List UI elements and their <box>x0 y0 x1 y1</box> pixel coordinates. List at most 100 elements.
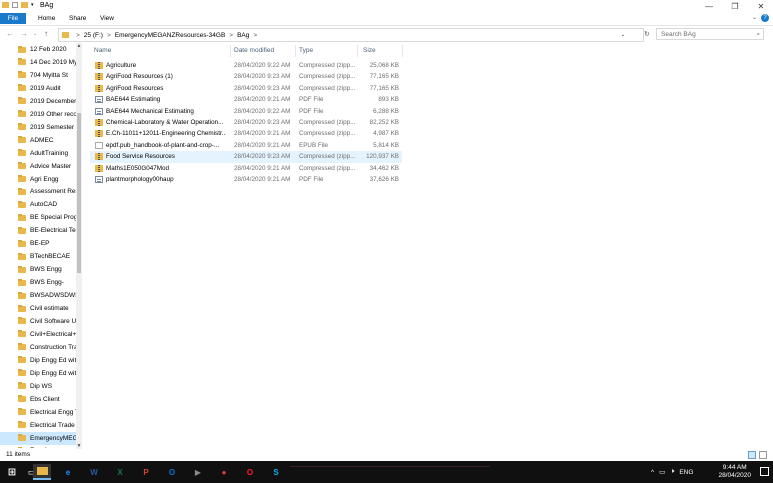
forward-icon[interactable]: → <box>20 29 28 38</box>
show-hidden-icons-icon[interactable]: ^ <box>651 469 654 476</box>
sidebar-item[interactable]: 2019 Semester 2 <box>0 121 76 134</box>
maximize-button[interactable]: ❐ <box>722 0 748 12</box>
clock[interactable]: 9:44 AM 28/04/2020 <box>718 464 751 480</box>
file-row[interactable]: AgriFood Resources 28/04/2020 9:23 AM Comp… <box>90 83 402 94</box>
sidebar-item[interactable]: BWS Engg- <box>0 276 76 289</box>
edge-icon[interactable]: e <box>59 464 77 480</box>
sidebar-item[interactable]: Ebs Client <box>0 393 76 406</box>
sidebar-item[interactable]: AdultTraining <box>0 147 76 160</box>
media-icon[interactable]: ▶ <box>189 464 207 480</box>
chrome-icon[interactable]: ● <box>215 464 233 480</box>
sidebar-item[interactable]: Advice Master <box>0 160 76 173</box>
sidebar-item[interactable]: BWSADWSDWS <box>0 289 76 302</box>
sidebar-item[interactable]: Faculty <box>0 444 76 448</box>
file-row[interactable]: Agriculture 28/04/2020 9:22 AM Compressed … <box>90 60 402 71</box>
help-icon[interactable]: ? <box>761 14 769 22</box>
sidebar-item[interactable]: Electrical Trade T <box>0 419 76 432</box>
search-icon[interactable]: ⌕ <box>756 29 760 41</box>
address-sep[interactable]: > <box>107 32 111 39</box>
address-sep[interactable]: > <box>229 32 233 39</box>
file-row[interactable]: epdf.pub_handbook-of-plant-and-crop-... 2… <box>90 140 402 151</box>
powerpoint-icon[interactable]: P <box>137 464 155 480</box>
close-button[interactable]: ✕ <box>748 0 773 12</box>
start-icon[interactable]: ⊞ <box>4 464 20 480</box>
scrollbar-thumb[interactable] <box>77 113 81 273</box>
recent-locations-icon[interactable]: ⌄ <box>33 31 37 37</box>
sidebar-item[interactable]: Dip Engg Ed with <box>0 354 76 367</box>
folder-icon[interactable] <box>2 2 9 8</box>
file-row[interactable]: BAE644 Estimating 28/04/2020 9:21 AM PDF F… <box>90 94 402 105</box>
sidebar-item[interactable]: Dip Engg Ed with <box>0 367 76 380</box>
file-explorer-icon[interactable] <box>33 464 51 480</box>
column-divider[interactable] <box>402 45 403 57</box>
sidebar-item[interactable]: 704 Myitta St <box>0 69 76 82</box>
sidebar-item[interactable]: Civil Software U <box>0 315 76 328</box>
address-sep[interactable]: > <box>253 32 257 39</box>
sidebar-item[interactable]: Civil+Electrical+ <box>0 328 76 341</box>
new-folder-icon[interactable] <box>21 2 28 8</box>
up-icon[interactable]: ↑ <box>44 29 48 38</box>
large-icons-view-icon[interactable] <box>759 451 767 459</box>
volume-icon[interactable]: 🕨 <box>670 468 674 476</box>
search-input[interactable]: Search BAg ⌕ <box>656 28 764 40</box>
breadcrumb-bag[interactable]: BAg <box>237 32 249 39</box>
sidebar-item[interactable]: Electrical Engg T <box>0 406 76 419</box>
file-row[interactable]: E.Ch-11011+12011-Engineering Chemistr...… <box>90 128 402 139</box>
tab-view[interactable]: View <box>94 13 120 24</box>
skype-icon[interactable]: S <box>267 464 285 480</box>
tab-share[interactable]: Share <box>63 13 92 24</box>
sidebar-item[interactable]: EmergencyMEG <box>0 431 76 445</box>
column-divider[interactable] <box>295 45 296 57</box>
minimize-button[interactable]: — <box>696 0 722 12</box>
quick-access-dropdown-icon[interactable]: ▾ <box>31 2 34 8</box>
sidebar-item[interactable]: BE-Electrical Tes <box>0 224 76 237</box>
column-divider[interactable] <box>230 45 231 57</box>
network-icon[interactable]: ▭ <box>659 468 665 476</box>
sidebar-item[interactable]: BTechBECAE <box>0 250 76 263</box>
excel-icon[interactable]: X <box>111 464 129 480</box>
tab-file[interactable]: File <box>0 13 26 24</box>
tab-home[interactable]: Home <box>32 13 61 24</box>
file-row[interactable]: AgriFood Resources (1) 28/04/2020 9:23 AM… <box>90 71 402 82</box>
expand-ribbon-icon[interactable]: ⌄ <box>752 14 757 21</box>
sidebar-item[interactable]: Dip WS <box>0 380 76 393</box>
column-divider[interactable] <box>357 45 358 57</box>
column-header-name[interactable]: Name <box>94 45 111 57</box>
notifications-icon[interactable] <box>760 467 769 476</box>
address-sep[interactable]: > <box>76 32 80 39</box>
sidebar-item[interactable]: BE Special Progr <box>0 211 76 224</box>
navigation-pane-scrollbar[interactable]: ▲ ▼ <box>76 43 82 449</box>
opera-icon[interactable]: O <box>241 464 259 480</box>
properties-icon[interactable] <box>12 2 18 8</box>
file-row[interactable]: Chemical-Laboratory & Water Operation...… <box>90 117 402 128</box>
sidebar-item[interactable]: Assessment Res <box>0 185 76 198</box>
sidebar-item[interactable]: ADMEC <box>0 134 76 147</box>
details-view-icon[interactable] <box>748 451 756 459</box>
sidebar-item[interactable]: AutoCAD <box>0 198 76 211</box>
sidebar-item[interactable]: 2019 December <box>0 95 76 108</box>
word-icon[interactable]: W <box>85 464 103 480</box>
scroll-up-icon[interactable]: ▲ <box>76 43 82 49</box>
language-indicator[interactable]: ENG <box>679 469 693 476</box>
sidebar-item[interactable]: 14 Dec 2019 My <box>0 56 76 69</box>
file-row[interactable]: plantmorphology00haup 28/04/2020 9:21 AM P… <box>90 174 402 185</box>
column-header-type[interactable]: Type <box>299 45 313 57</box>
breadcrumb-drive[interactable]: 25 (F:) <box>84 32 103 39</box>
sidebar-item[interactable]: Civil estimate <box>0 302 76 315</box>
sidebar-item[interactable]: BE-EP <box>0 237 76 250</box>
breadcrumb-resources[interactable]: EmergencyMEGANZResources-34GB <box>115 32 226 39</box>
sidebar-item[interactable]: Construction Tra <box>0 341 76 354</box>
sidebar-item[interactable]: 2019 Audit <box>0 82 76 95</box>
outlook-icon[interactable]: O <box>163 464 181 480</box>
refresh-icon[interactable]: ↻ <box>644 30 650 38</box>
back-icon[interactable]: ← <box>6 29 14 38</box>
file-row[interactable]: Food Service Resources 28/04/2020 9:23 AM… <box>90 151 402 163</box>
address-dropdown-icon[interactable]: ⌄ <box>621 32 625 38</box>
sidebar-item[interactable]: Agri Engg <box>0 173 76 186</box>
sidebar-item[interactable]: 12 Feb 2020 <box>0 43 76 56</box>
file-row[interactable]: BAE644 Mechanical Estimating 28/04/2020 9… <box>90 106 402 117</box>
sidebar-item[interactable]: 2019 Other reco <box>0 108 76 121</box>
file-row[interactable]: Maths1E050G047Mod 28/04/2020 9:21 AM Compr… <box>90 163 402 174</box>
column-header-date[interactable]: Date modified <box>234 45 274 57</box>
sidebar-item[interactable]: BWS Engg <box>0 263 76 276</box>
